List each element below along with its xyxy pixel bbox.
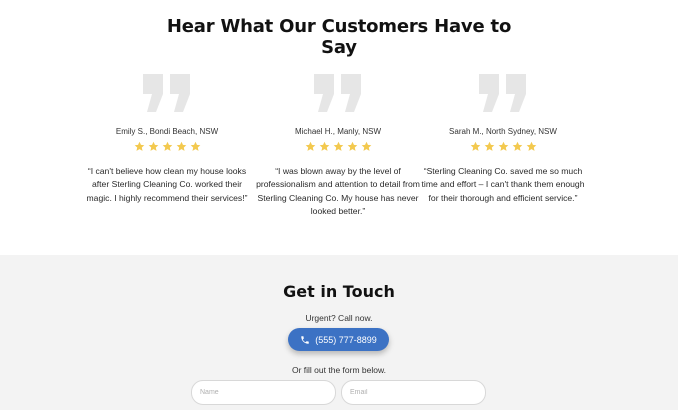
review-text: “I can't believe how clean my house look…: [86, 166, 248, 203]
phone-number-label: (555) 777-8899: [315, 334, 377, 345]
testimonials-section: Hear What Our Customers Have to Say Emil…: [0, 0, 678, 255]
star-rating: [253, 141, 423, 154]
review-text: “Sterling Cleaning Co. saved me so much …: [421, 166, 585, 203]
star-icon: [470, 141, 480, 151]
star-icon: [134, 141, 144, 151]
form-intro-text: Or fill out the form below.: [291, 365, 386, 375]
reviewer-name: Sarah M., North Sydney, NSW: [449, 127, 557, 136]
email-input[interactable]: [341, 380, 486, 405]
quote-icon: [143, 74, 190, 112]
reviewer-name: Emily S., Bondi Beach, NSW: [115, 127, 219, 136]
star-icon: [305, 141, 315, 151]
star-icon: [190, 141, 200, 151]
section-title: Hear What Our Customers Have to Say: [0, 16, 678, 58]
star-icon: [498, 141, 508, 151]
star-icon: [484, 141, 494, 151]
star-icon: [333, 141, 343, 151]
star-icon: [361, 141, 371, 151]
review-text: “I was blown away by the level of profes…: [256, 166, 420, 216]
contact-section: Get in Touch Urgent? Call now. (555) 777…: [0, 255, 678, 410]
star-icon: [162, 141, 172, 151]
quote-icon: [314, 74, 361, 112]
star-rating: [418, 141, 588, 154]
testimonial-card: Emily S., Bondi Beach, NSW “I can't beli…: [82, 74, 252, 205]
call-phone-button[interactable]: (555) 777-8899: [288, 328, 389, 351]
reviewer-name: Michael H., Manly, NSW: [294, 127, 382, 136]
star-icon: [176, 141, 186, 151]
phone-icon: [301, 335, 309, 344]
contact-title: Get in Touch: [283, 282, 395, 301]
star-icon: [319, 141, 329, 151]
star-icon: [512, 141, 522, 151]
urgent-text: Urgent? Call now.: [305, 313, 373, 323]
testimonial-card: Michael H., Manly, NSW “I was blown away…: [253, 74, 423, 218]
star-rating: [82, 141, 252, 154]
section-title-line2: Say: [321, 37, 357, 58]
star-icon: [148, 141, 158, 151]
quote-icon: [479, 74, 526, 112]
star-icon: [347, 141, 357, 151]
name-input[interactable]: [191, 380, 336, 405]
testimonial-card: Sarah M., North Sydney, NSW “Sterling Cl…: [418, 74, 588, 205]
section-title-line1: Hear What Our Customers Have to: [166, 16, 512, 37]
star-icon: [526, 141, 536, 151]
